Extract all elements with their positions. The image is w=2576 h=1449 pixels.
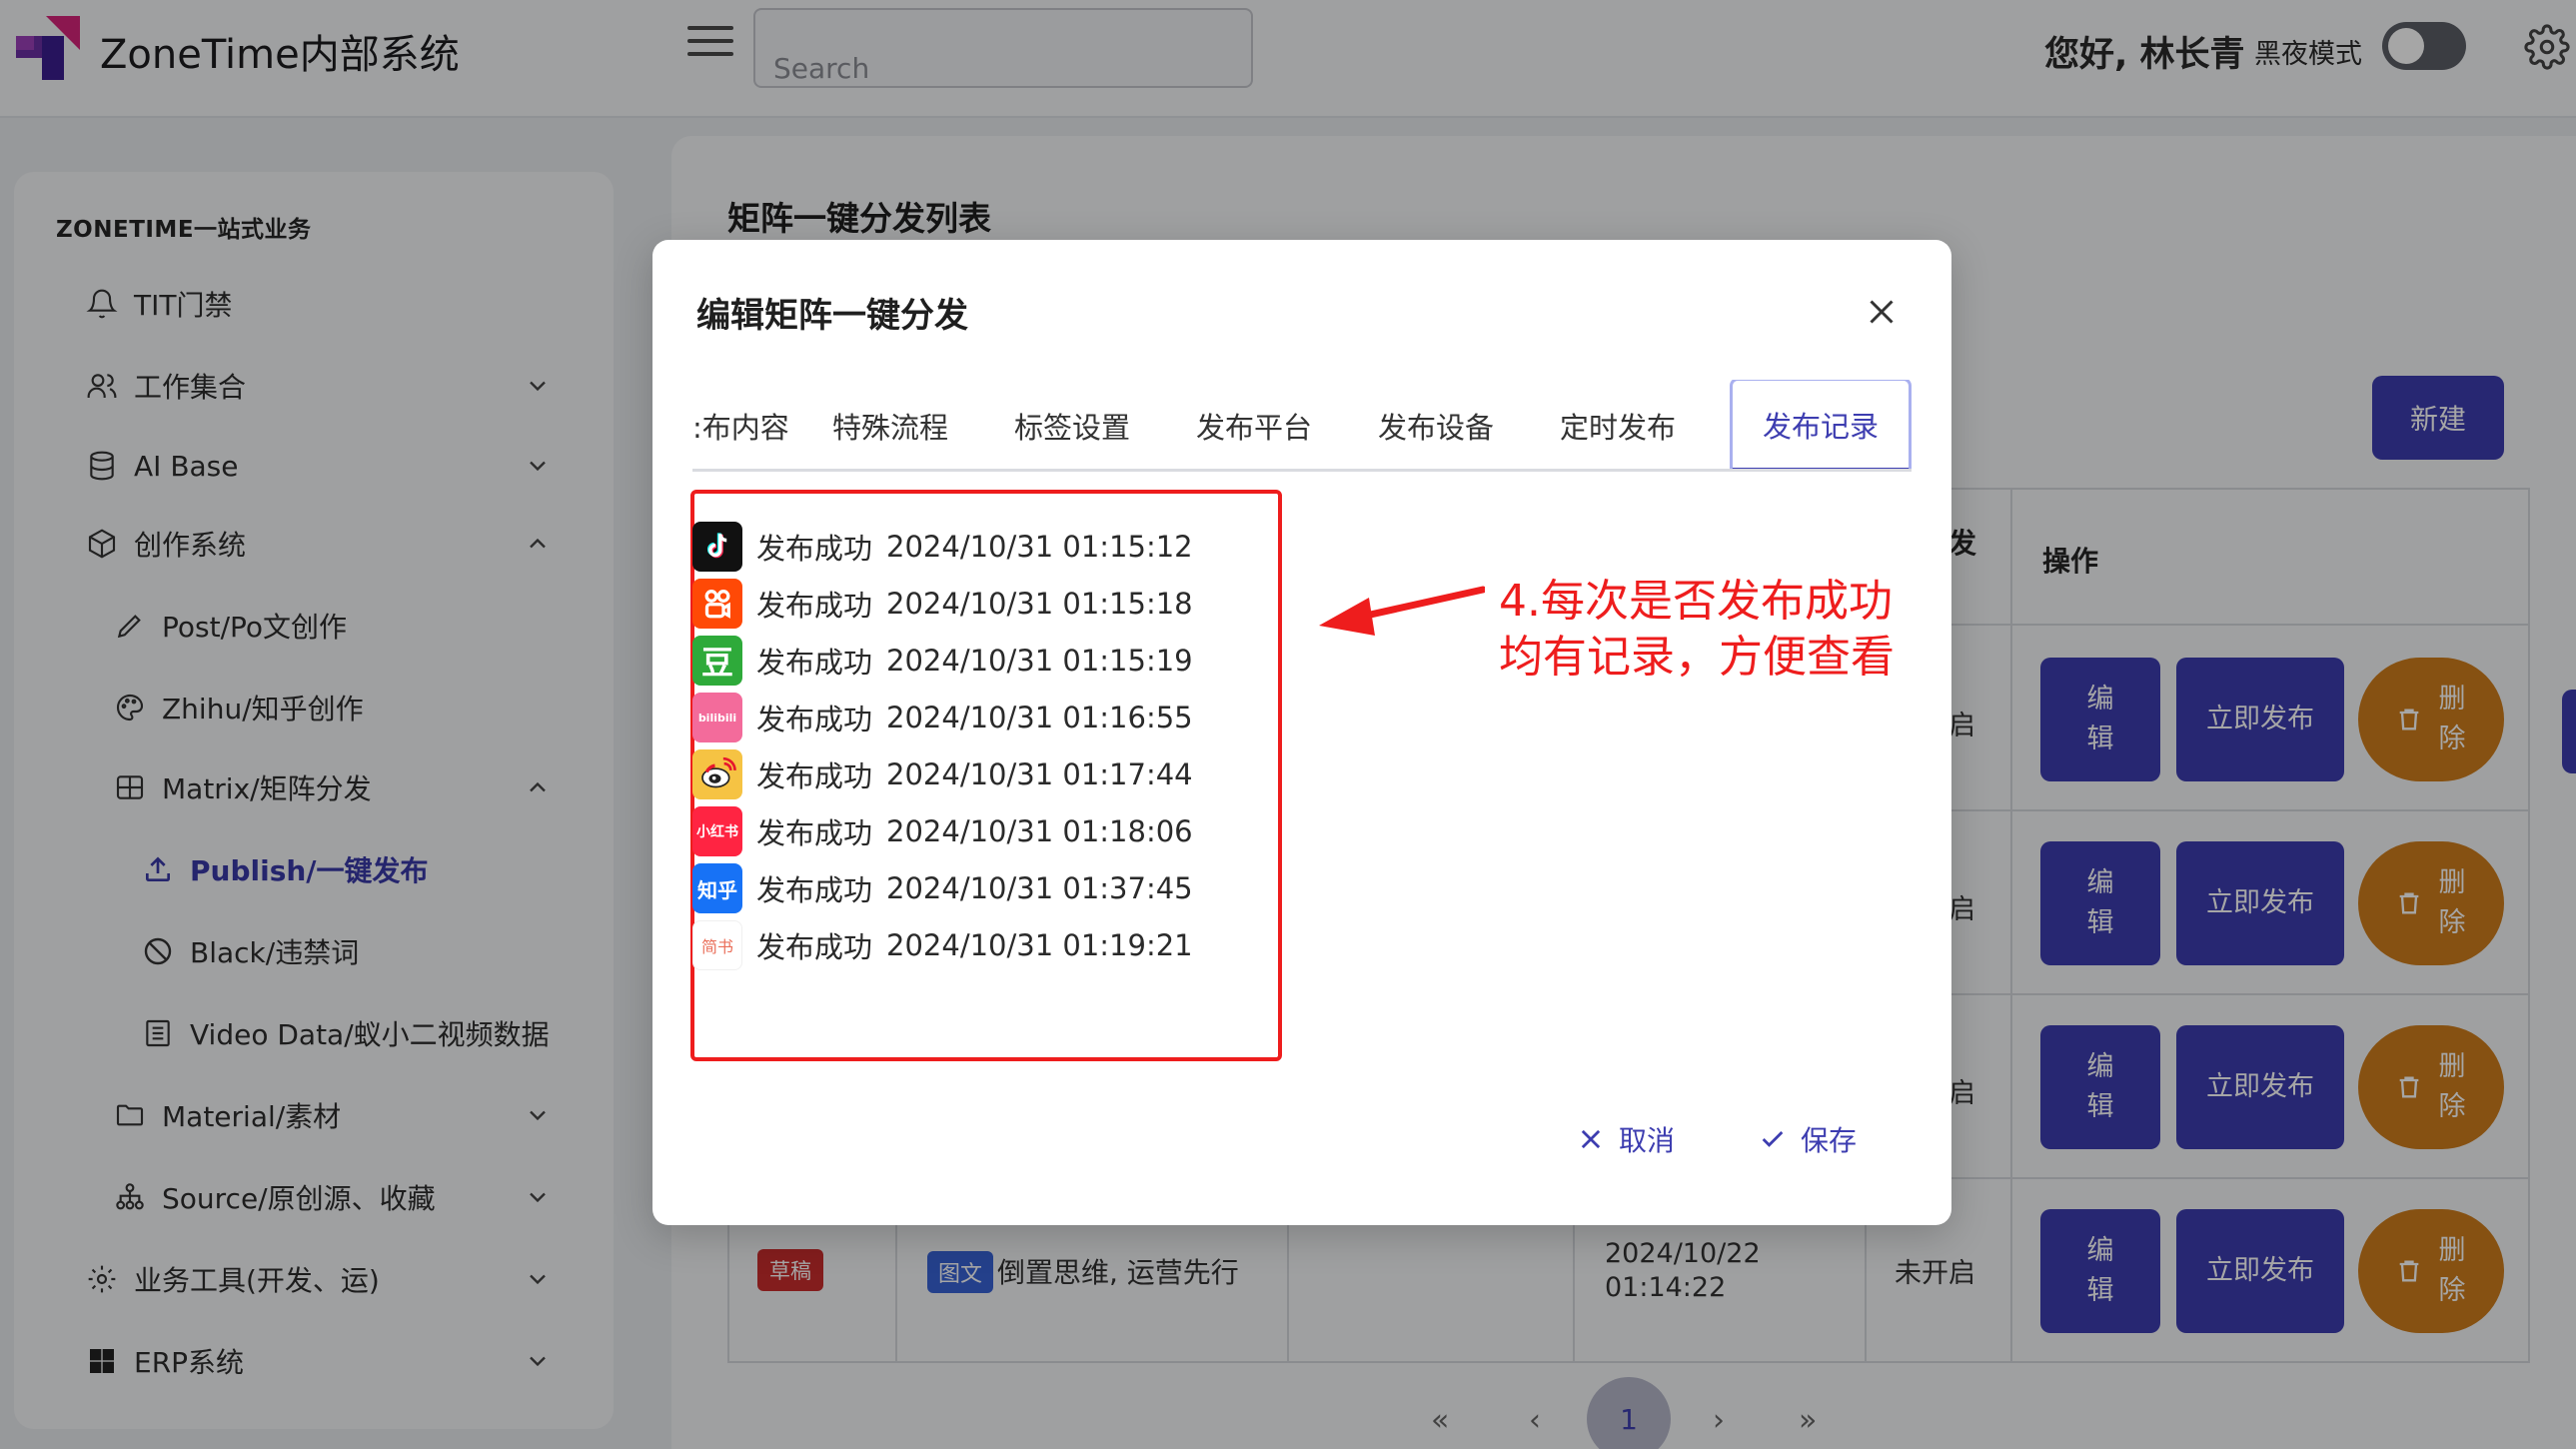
record-row: 小红书 发布成功 2024/10/31 01:18:06	[692, 806, 1193, 856]
record-row: 知乎 发布成功 2024/10/31 01:37:45	[692, 863, 1193, 913]
record-time: 2024/10/31 01:15:18	[886, 587, 1193, 621]
record-status: 发布成功	[756, 759, 873, 793]
record-time: 2024/10/31 01:18:06	[886, 814, 1193, 848]
annotation-arrow-icon	[1319, 586, 1485, 636]
save-button[interactable]: 保存	[1759, 1119, 1857, 1159]
record-time: 2024/10/31 01:15:12	[886, 530, 1193, 564]
edit-matrix-modal: 编辑矩阵一键分发 :布内容 特殊流程 标签设置 发布平台 发布设备 定时发布 发…	[652, 240, 1951, 1225]
jianshu-icon: 简书	[692, 920, 742, 970]
modal-title: 编辑矩阵一键分发	[696, 296, 968, 336]
record-status: 发布成功	[756, 816, 873, 850]
tab-tag-settings[interactable]: 标签设置	[1014, 380, 1130, 469]
tab-scheduled-publish[interactable]: 定时发布	[1560, 380, 1676, 469]
check-icon	[1762, 1131, 1784, 1147]
record-status: 发布成功	[756, 703, 873, 736]
xiaohongshu-icon: 小红书	[692, 806, 742, 856]
kuaishou-icon	[692, 579, 742, 629]
record-row: 发布成功 2024/10/31 01:15:18	[692, 579, 1193, 629]
douban-icon: 豆	[692, 636, 742, 686]
close-icon	[1581, 1129, 1601, 1149]
page: ZoneTime内部系统 您好, 林长青 黑夜模式 ZONETIME一站式业务 …	[0, 0, 2576, 1449]
modal-tabs: :布内容 特殊流程 标签设置 发布平台 发布设备 定时发布 发布记录	[692, 380, 1912, 472]
douyin-icon	[692, 522, 742, 572]
save-label: 保存	[1801, 1124, 1858, 1157]
record-row: 豆 发布成功 2024/10/31 01:15:19	[692, 636, 1193, 686]
zhihu-icon: 知乎	[692, 863, 742, 913]
record-status: 发布成功	[756, 873, 873, 907]
record-status: 发布成功	[756, 532, 873, 566]
tab-publish-device[interactable]: 发布设备	[1378, 380, 1494, 469]
record-time: 2024/10/31 01:16:55	[886, 701, 1193, 734]
record-time: 2024/10/31 01:37:45	[886, 871, 1193, 905]
close-icon[interactable]	[1864, 294, 1900, 330]
annotation-text: 4.每次是否发布成功 均有记录，方便查看	[1499, 574, 1895, 686]
record-status: 发布成功	[756, 646, 873, 680]
tab-publish-records[interactable]: 发布记录	[1730, 380, 1912, 469]
record-row: bilibili 发布成功 2024/10/31 01:16:55	[692, 693, 1193, 742]
record-status: 发布成功	[756, 589, 873, 623]
annotation-line: 4.每次是否发布成功	[1499, 576, 1893, 627]
tab-publish-content[interactable]: :布内容	[692, 380, 789, 469]
cancel-label: 取消	[1619, 1124, 1676, 1157]
weibo-icon	[692, 749, 742, 799]
record-row: 简书 发布成功 2024/10/31 01:19:21	[692, 920, 1193, 970]
bilibili-icon: bilibili	[692, 693, 742, 742]
annotation-line: 均有记录，方便查看	[1499, 632, 1895, 683]
record-row: 发布成功 2024/10/31 01:17:44	[692, 749, 1193, 799]
record-time: 2024/10/31 01:15:19	[886, 644, 1193, 678]
record-status: 发布成功	[756, 930, 873, 964]
record-time: 2024/10/31 01:17:44	[886, 757, 1193, 791]
record-time: 2024/10/31 01:19:21	[886, 928, 1193, 962]
tab-special-flow[interactable]: 特殊流程	[832, 380, 948, 469]
cancel-button[interactable]: 取消	[1577, 1119, 1675, 1159]
record-row: 发布成功 2024/10/31 01:15:12	[692, 522, 1193, 572]
tab-publish-platform[interactable]: 发布平台	[1196, 380, 1312, 469]
